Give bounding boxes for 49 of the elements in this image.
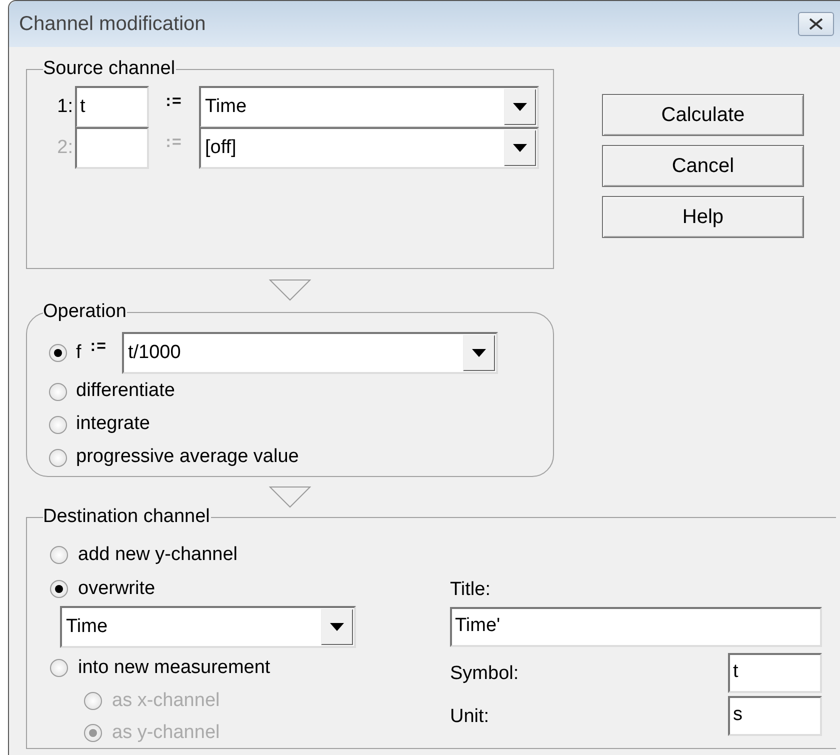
field-label: Title: <box>450 578 492 602</box>
option-label: into new measurement <box>78 656 270 680</box>
dialog-button[interactable]: Calculate <box>602 94 804 136</box>
option-label: differentiate <box>76 379 175 404</box>
channel-dropdown[interactable]: Time <box>199 86 539 128</box>
caret-icon <box>472 349 486 357</box>
title-field[interactable]: Time' <box>450 606 822 646</box>
flow-arrow-icon <box>269 279 311 301</box>
dropdown-button[interactable] <box>321 609 353 645</box>
close-icon <box>809 18 823 30</box>
field-label: Symbol: <box>450 662 519 686</box>
field-label: Unit: <box>450 705 490 729</box>
caret-icon <box>330 623 344 631</box>
close-button[interactable] <box>798 12 834 36</box>
option-label: add new y-channel <box>78 542 238 567</box>
symbol-field[interactable] <box>75 127 149 169</box>
option-label: integrate <box>76 412 150 436</box>
radio-button[interactable] <box>50 580 68 598</box>
radio-button[interactable] <box>50 659 68 677</box>
radio-button[interactable] <box>49 416 67 434</box>
option-label: overwrite <box>78 576 156 601</box>
channel-index: 2: <box>56 136 74 160</box>
option-label: as x-channel <box>112 688 220 713</box>
dialog-button[interactable]: Cancel <box>602 145 804 187</box>
formula-dropdown[interactable]: t/1000 <box>122 332 498 374</box>
group-label: Operation <box>43 301 128 323</box>
radio-button[interactable] <box>49 344 67 362</box>
option-label: as y-channel <box>112 720 220 745</box>
dropdown-button[interactable] <box>462 335 495 371</box>
unit-field[interactable]: s <box>728 696 822 736</box>
dialog-button[interactable]: Help <box>602 196 804 238</box>
assign-operator: := <box>90 337 107 357</box>
symbol-field[interactable]: t <box>728 652 822 692</box>
option-label: progressive average value <box>76 445 299 470</box>
window-title: Channel modification <box>19 12 206 37</box>
radio-button[interactable] <box>49 382 67 400</box>
dropdown-button[interactable] <box>504 89 536 125</box>
option-label: f <box>76 340 82 365</box>
flow-arrow-icon <box>269 486 311 508</box>
channel-index: 1: <box>56 94 74 119</box>
dropdown-button[interactable] <box>504 130 536 166</box>
caret-icon <box>513 103 527 111</box>
symbol-field[interactable]: t <box>75 86 149 128</box>
channel-dropdown[interactable]: Time <box>60 606 356 648</box>
assign-operator: := <box>164 92 184 112</box>
assign-operator: := <box>164 133 184 153</box>
caret-icon <box>513 144 527 152</box>
radio-button[interactable] <box>50 546 68 564</box>
radio-button[interactable] <box>49 448 67 466</box>
